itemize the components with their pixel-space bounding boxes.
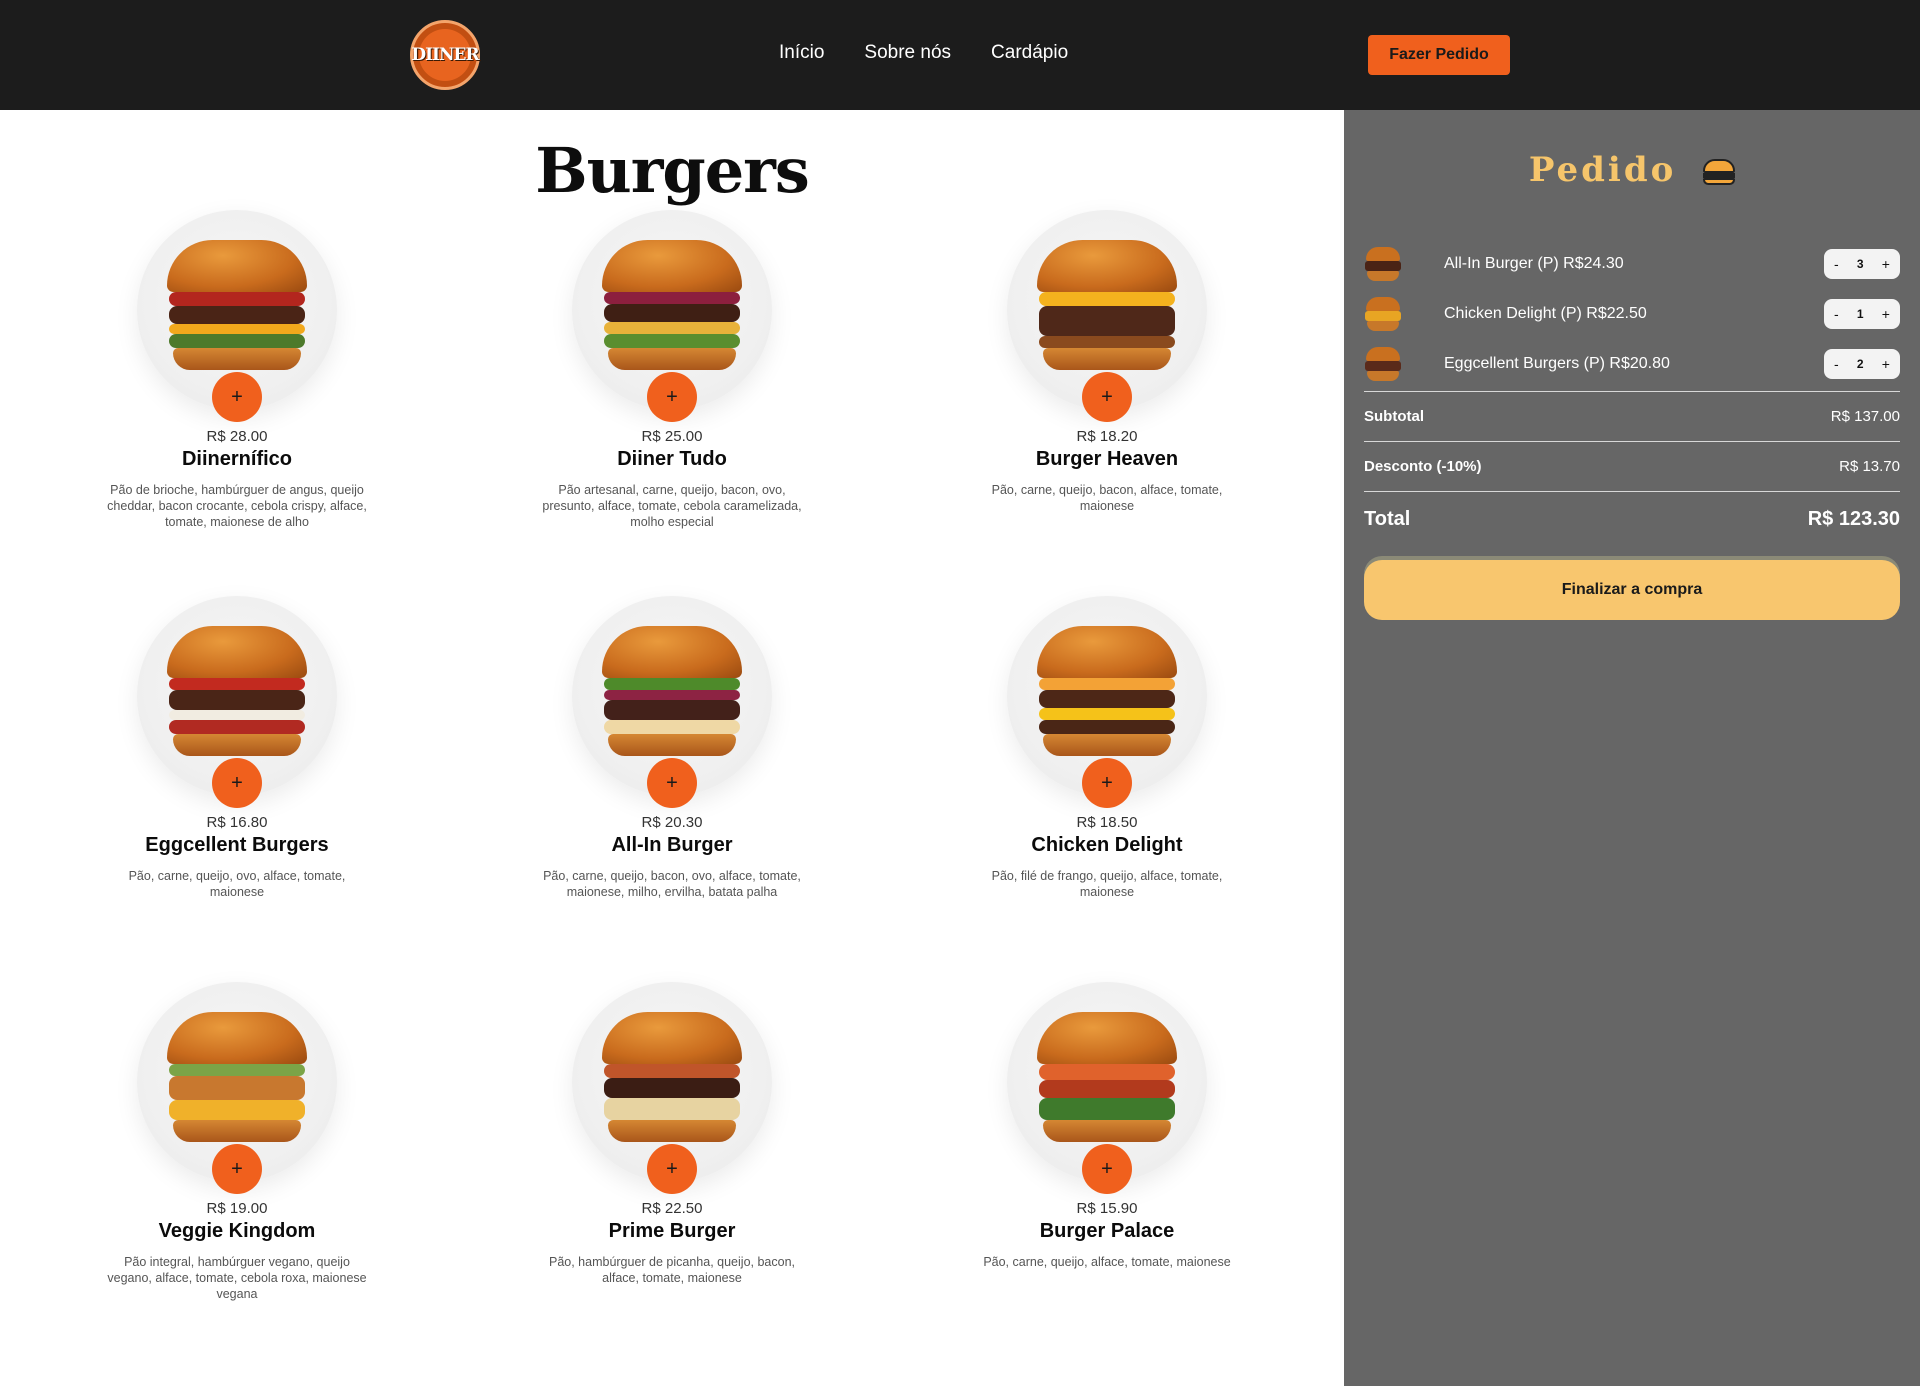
item-name: Chicken Delight	[1031, 834, 1183, 856]
checkout-button[interactable]: Finalizar a compra	[1364, 560, 1900, 620]
decrement-button[interactable]: -	[1834, 256, 1839, 272]
item-name: Burger Palace	[1039, 1220, 1175, 1242]
main-nav: Início Sobre nós Cardápio	[779, 42, 1108, 64]
cart-item-label: All-In Burger (P) R$24.30	[1444, 255, 1624, 272]
item-price: R$ 18.20	[1076, 428, 1138, 445]
item-price: R$ 19.00	[206, 1200, 268, 1217]
add-to-order-button[interactable]: +	[647, 1144, 697, 1194]
quantity-value: 1	[1856, 307, 1864, 321]
burger-image	[1037, 1012, 1177, 1142]
order-title: Pedido	[1344, 150, 1920, 190]
nav-link-cardapio[interactable]: Cardápio	[991, 42, 1068, 64]
cart-item: Chicken Delight (P) R$22.50 - 1 +	[1364, 295, 1900, 335]
item-description: Pão, carne, queijo, ovo, alface, tomate,…	[128, 869, 346, 899]
item-price: R$ 25.00	[641, 428, 703, 445]
item-name: Burger Heaven	[1035, 448, 1179, 470]
decrement-button[interactable]: -	[1834, 356, 1839, 372]
burger-image	[602, 626, 742, 756]
divider	[1364, 441, 1900, 442]
burger-image	[1037, 240, 1177, 370]
add-to-order-button[interactable]: +	[647, 758, 697, 808]
item-description: Pão artesanal, carne, queijo, bacon, ovo…	[542, 483, 802, 529]
add-to-order-button[interactable]: +	[1082, 372, 1132, 422]
page-title: Burgers	[535, 134, 810, 207]
quantity-stepper: - 3 +	[1824, 249, 1900, 279]
cart-item: All-In Burger (P) R$24.30 - 3 +	[1364, 245, 1900, 285]
order-panel: Pedido All-In Burger (P) R$24.30 - 3 + C…	[1344, 110, 1920, 1386]
item-price: R$ 16.80	[206, 814, 268, 831]
burger-image	[602, 240, 742, 370]
quantity-stepper: - 1 +	[1824, 299, 1900, 329]
order-title-text: Pedido	[1528, 150, 1677, 190]
add-to-order-button[interactable]: +	[1082, 1144, 1132, 1194]
cart-item-label: Eggcellent Burgers (P) R$20.80	[1444, 355, 1670, 372]
divider	[1364, 491, 1900, 492]
nav-link-inicio[interactable]: Início	[779, 42, 824, 64]
item-price: R$ 15.90	[1076, 1200, 1138, 1217]
add-to-order-button[interactable]: +	[1082, 758, 1132, 808]
cart-item-thumbnail	[1364, 297, 1402, 333]
quantity-value: 2	[1856, 357, 1864, 371]
increment-button[interactable]: +	[1882, 256, 1890, 272]
item-name: Diinernífico	[181, 448, 292, 470]
total-label: Total	[1364, 508, 1411, 530]
item-description: Pão, carne, queijo, bacon, ovo, alface, …	[543, 869, 801, 899]
cart-item-label: Chicken Delight (P) R$22.50	[1444, 305, 1647, 322]
burger-icon	[1703, 159, 1736, 185]
item-description: Pão, carne, queijo, bacon, alface, tomat…	[991, 483, 1223, 513]
increment-button[interactable]: +	[1882, 356, 1890, 372]
item-name: Veggie Kingdom	[158, 1220, 316, 1242]
total-value: R$ 123.30	[1807, 508, 1900, 530]
quantity-value: 3	[1856, 257, 1864, 271]
increment-button[interactable]: +	[1882, 306, 1890, 322]
nav-link-sobre-nos[interactable]: Sobre nós	[864, 42, 951, 64]
item-description: Pão, filé de frango, queijo, alface, tom…	[991, 869, 1223, 899]
add-to-order-button[interactable]: +	[212, 758, 262, 808]
discount-value: R$ 13.70	[1839, 458, 1900, 475]
item-name: Eggcellent Burgers	[145, 834, 329, 856]
item-price: R$ 22.50	[641, 1200, 703, 1217]
top-navbar: DIINER Início Sobre nós Cardápio Fazer P…	[0, 0, 1920, 110]
add-to-order-button[interactable]: +	[212, 1144, 262, 1194]
burger-image	[167, 626, 307, 756]
menu-section: Burgers + R$ 28.00 Diinernífico Pão de b…	[0, 110, 1344, 1386]
subtotal-label: Subtotal	[1364, 408, 1424, 425]
fazer-pedido-button[interactable]: Fazer Pedido	[1368, 35, 1510, 75]
discount-label: Desconto (-10%)	[1364, 458, 1482, 475]
add-to-order-button[interactable]: +	[647, 372, 697, 422]
cart-item: Eggcellent Burgers (P) R$20.80 - 2 +	[1364, 345, 1900, 385]
item-name: Diiner Tudo	[617, 448, 727, 470]
item-price: R$ 28.00	[206, 428, 268, 445]
burger-image	[167, 240, 307, 370]
decrement-button[interactable]: -	[1834, 306, 1839, 322]
item-description: Pão de brioche, hambúrguer de angus, que…	[107, 483, 367, 529]
item-name: Prime Burger	[608, 1220, 736, 1242]
item-price: R$ 20.30	[641, 814, 703, 831]
item-description: Pão, carne, queijo, alface, tomate, maio…	[983, 1255, 1231, 1269]
cart-item-thumbnail	[1364, 347, 1402, 383]
diiner-logo[interactable]: DIINER	[410, 20, 480, 90]
item-description: Pão, hambúrguer de picanha, queijo, baco…	[548, 1255, 795, 1285]
quantity-stepper: - 2 +	[1824, 349, 1900, 379]
add-to-order-button[interactable]: +	[212, 372, 262, 422]
logo-text: DIINER	[411, 45, 479, 65]
cart-item-thumbnail	[1364, 247, 1402, 283]
item-name: All-In Burger	[611, 834, 733, 856]
item-description: Pão integral, hambúrguer vegano, queijo …	[107, 1255, 367, 1301]
burger-image	[167, 1012, 307, 1142]
item-price: R$ 18.50	[1076, 814, 1138, 831]
subtotal-value: R$ 137.00	[1830, 408, 1900, 425]
burger-image	[602, 1012, 742, 1142]
divider	[1364, 391, 1900, 392]
burger-image	[1037, 626, 1177, 756]
